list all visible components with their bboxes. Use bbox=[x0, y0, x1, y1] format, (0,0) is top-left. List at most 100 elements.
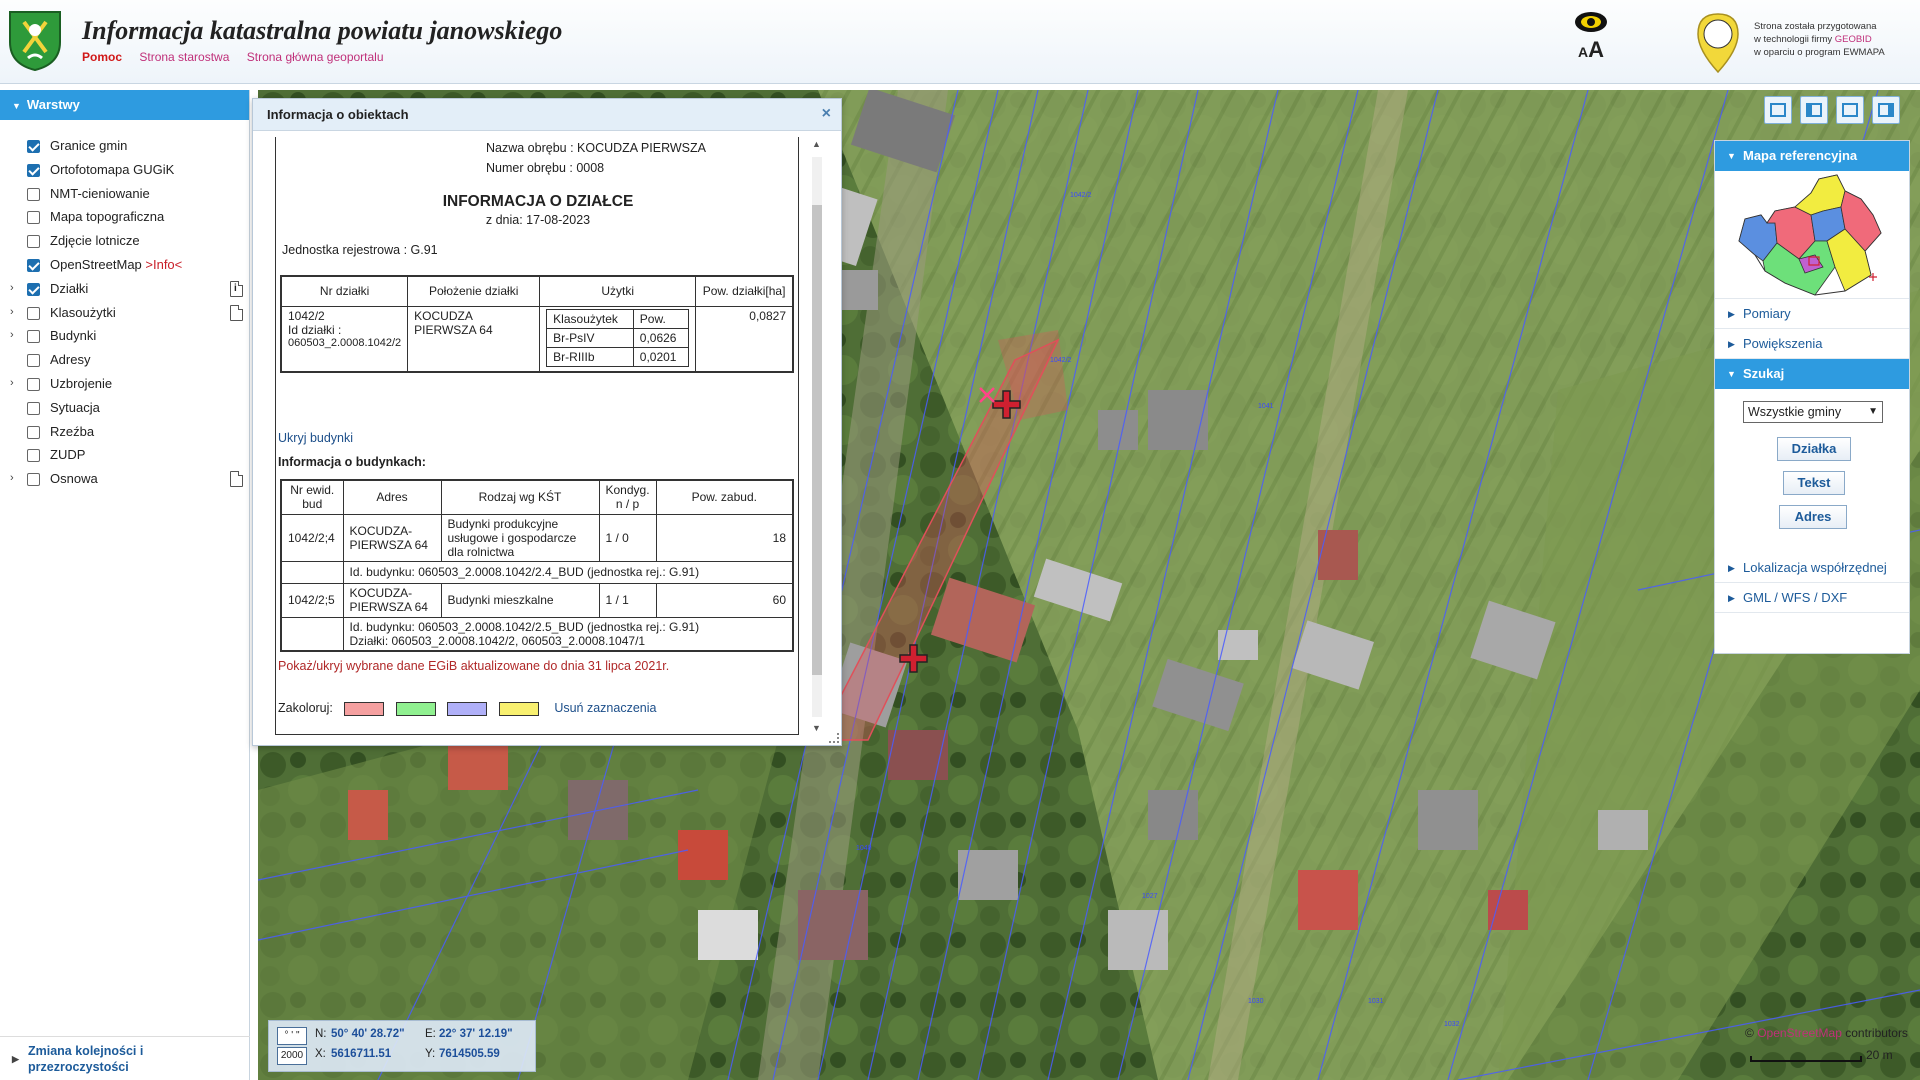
reference-map[interactable] bbox=[1715, 171, 1909, 299]
layer-order-link[interactable]: ▶ Zmiana kolejności i przezroczystości bbox=[0, 1036, 250, 1080]
measurements-item[interactable]: ▶ Pomiary bbox=[1715, 299, 1909, 329]
object-info-window[interactable]: Informacja o obiektach × Nazwa obrębu : … bbox=[252, 98, 842, 746]
reference-map-graphic[interactable] bbox=[1715, 171, 1911, 299]
scroll-thumb[interactable] bbox=[812, 205, 822, 675]
layer-item[interactable]: ZUDP bbox=[0, 443, 249, 467]
layer-item[interactable]: › Klasoużytki bbox=[0, 301, 249, 325]
column-header: Nr działki bbox=[280, 275, 409, 307]
layers-panel-header[interactable]: ▼ Warstwy bbox=[0, 90, 249, 120]
search-address-button[interactable]: Adres bbox=[1779, 505, 1847, 529]
municipality-select[interactable]: Wszystkie gminy ▼ bbox=[1743, 401, 1883, 423]
layer-checkbox[interactable] bbox=[27, 473, 40, 487]
layer-label: Granice gmin bbox=[50, 138, 128, 153]
layer-checkbox[interactable] bbox=[27, 377, 40, 391]
expand-chevron-icon[interactable]: › bbox=[10, 467, 14, 491]
starostwo-link[interactable]: Strona starostwa bbox=[139, 50, 229, 64]
egib-data-toggle-link[interactable]: Pokaż/ukryj wybrane dane EGiB aktualizow… bbox=[278, 659, 669, 673]
right-panel-toggle-button[interactable] bbox=[1872, 96, 1900, 124]
layer-label: Adresy bbox=[50, 352, 91, 368]
layer-list: Granice gmin Ortofotomapa GUGiK NMT-cienio… bbox=[0, 120, 249, 491]
contrast-eye-icon[interactable] bbox=[1573, 10, 1609, 34]
scroll-down-icon[interactable]: ▼ bbox=[812, 723, 821, 733]
parcel-number-label: 1042/2 bbox=[1070, 192, 1092, 199]
layer-checkbox[interactable] bbox=[27, 306, 40, 320]
search-header[interactable]: ▼ Szukaj bbox=[1715, 359, 1909, 389]
color-swatch-blue[interactable] bbox=[447, 701, 488, 716]
search-parcel-button[interactable]: Działka bbox=[1777, 437, 1851, 461]
powiat-coat-of-arms-logo bbox=[9, 11, 61, 72]
geoportal-home-link[interactable]: Strona główna geoportalu bbox=[247, 50, 384, 64]
layer-checkbox[interactable] bbox=[27, 235, 40, 249]
degree-format-button[interactable]: ° ' " bbox=[277, 1027, 307, 1045]
layer-item[interactable]: Sytuacja bbox=[0, 396, 249, 420]
coordinate-location-item[interactable]: ▶ Lokalizacja współrzędnej bbox=[1715, 553, 1909, 583]
layer-checkbox[interactable] bbox=[27, 425, 40, 439]
land-use-table: Klasoużytek Pow. Br-PsIV 0,0626 Br-RIIIb 0,… bbox=[546, 308, 690, 367]
layer-item[interactable]: OpenStreetMap >Info< bbox=[0, 253, 249, 277]
crs-2000-button[interactable]: 2000 bbox=[277, 1047, 307, 1065]
layer-info-doc-icon[interactable] bbox=[230, 277, 243, 301]
column-header: Adres bbox=[342, 479, 442, 515]
layer-item[interactable]: › Budynki bbox=[0, 324, 249, 348]
expand-chevron-icon[interactable]: › bbox=[10, 324, 14, 348]
parcel-location-cell: KOCUDZA PIERWSZA 64 bbox=[407, 305, 541, 372]
layer-checkbox[interactable] bbox=[27, 282, 40, 296]
info-window-title[interactable]: Informacja o obiektach bbox=[253, 99, 841, 131]
land-use-cell: Klasoużytek Pow. Br-PsIV 0,0626 Br-RIIIb 0,… bbox=[539, 305, 697, 372]
layer-item[interactable]: › Uzbrojenie bbox=[0, 372, 249, 396]
gml-wfs-dxf-item[interactable]: ▶ GML / WFS / DXF bbox=[1715, 583, 1909, 613]
parcel-number-label: 1030 bbox=[1248, 998, 1264, 1005]
layer-item[interactable]: NMT-cieniowanie bbox=[0, 182, 249, 206]
layer-checkbox[interactable] bbox=[27, 163, 40, 177]
geobid-link[interactable]: GEOBID bbox=[1835, 34, 1872, 45]
osm-link[interactable]: OpenStreetMap bbox=[1757, 1026, 1842, 1040]
layer-item[interactable]: Granice gmin bbox=[0, 134, 249, 158]
expand-chevron-icon[interactable]: › bbox=[10, 277, 14, 301]
layer-legend-doc-icon[interactable] bbox=[230, 304, 243, 321]
color-swatch-red[interactable] bbox=[344, 701, 385, 716]
clear-selection-link[interactable]: Usuń zaznaczenia bbox=[554, 701, 656, 715]
layer-label: Ortofotomapa GUGiK bbox=[50, 161, 175, 177]
color-swatch-yellow[interactable] bbox=[498, 701, 539, 716]
hide-buildings-link[interactable]: Ukryj budynki bbox=[278, 431, 353, 445]
font-size-toggle[interactable]: AA bbox=[1572, 37, 1610, 65]
layer-legend-doc-icon[interactable] bbox=[230, 471, 243, 488]
search-text-button[interactable]: Tekst bbox=[1783, 471, 1845, 495]
table-row: 1042/2;4 KOCUDZA- PIERWSZA 64 Budynki pro… bbox=[280, 513, 794, 562]
layer-checkbox[interactable] bbox=[27, 330, 40, 344]
left-panel-toggle-button[interactable] bbox=[1800, 96, 1828, 124]
export-button[interactable] bbox=[1836, 96, 1864, 124]
layer-item[interactable]: Zdjęcie lotnicze bbox=[0, 229, 249, 253]
scroll-up-icon[interactable]: ▲ bbox=[812, 139, 821, 149]
zoom-presets-item[interactable]: ▶ Powiększenia bbox=[1715, 329, 1909, 359]
layer-item[interactable]: › Działki bbox=[0, 277, 249, 301]
close-icon[interactable]: × bbox=[822, 105, 831, 123]
layer-checkbox[interactable] bbox=[27, 187, 40, 201]
parcel-number-label: 1027 bbox=[1142, 893, 1158, 900]
layer-item[interactable]: Ortofotomapa GUGiK bbox=[0, 158, 249, 182]
layer-info-link[interactable]: >Info< bbox=[145, 257, 182, 272]
info-window-scrollbar[interactable]: ▲ ▼ bbox=[809, 137, 825, 735]
resize-handle-icon[interactable] bbox=[829, 733, 839, 743]
parcel-info-heading: INFORMACJA O DZIAŁCE bbox=[442, 193, 634, 210]
parcel-number-label: 1041 bbox=[1258, 403, 1274, 410]
help-link[interactable]: Pomoc bbox=[82, 50, 122, 64]
layer-checkbox[interactable] bbox=[27, 401, 40, 415]
full-screen-map-button[interactable] bbox=[1764, 96, 1792, 124]
layer-item[interactable]: Mapa topograficzna bbox=[0, 205, 249, 229]
obreb-name: Nazwa obrębu : KOCUDZA PIERWSZA bbox=[486, 141, 706, 155]
layer-checkbox[interactable] bbox=[27, 211, 40, 225]
layer-item[interactable]: Rzeźba bbox=[0, 420, 249, 444]
layer-item[interactable]: › Osnowa bbox=[0, 467, 249, 491]
layer-checkbox[interactable] bbox=[27, 354, 40, 368]
color-swatch-green[interactable] bbox=[395, 701, 436, 716]
layer-checkbox[interactable] bbox=[27, 449, 40, 463]
layer-checkbox[interactable] bbox=[27, 258, 40, 272]
map-attribution: © OpenStreetMap contributors bbox=[1745, 1026, 1908, 1040]
layer-item[interactable]: Adresy bbox=[0, 348, 249, 372]
expand-chevron-icon[interactable]: › bbox=[10, 372, 14, 396]
reference-map-header[interactable]: ▼ Mapa referencyjna bbox=[1715, 141, 1909, 171]
site-title: Informacja katastralna powiatu janowskie… bbox=[82, 16, 563, 45]
layer-checkbox[interactable] bbox=[27, 140, 40, 153]
expand-chevron-icon[interactable]: › bbox=[10, 301, 14, 325]
